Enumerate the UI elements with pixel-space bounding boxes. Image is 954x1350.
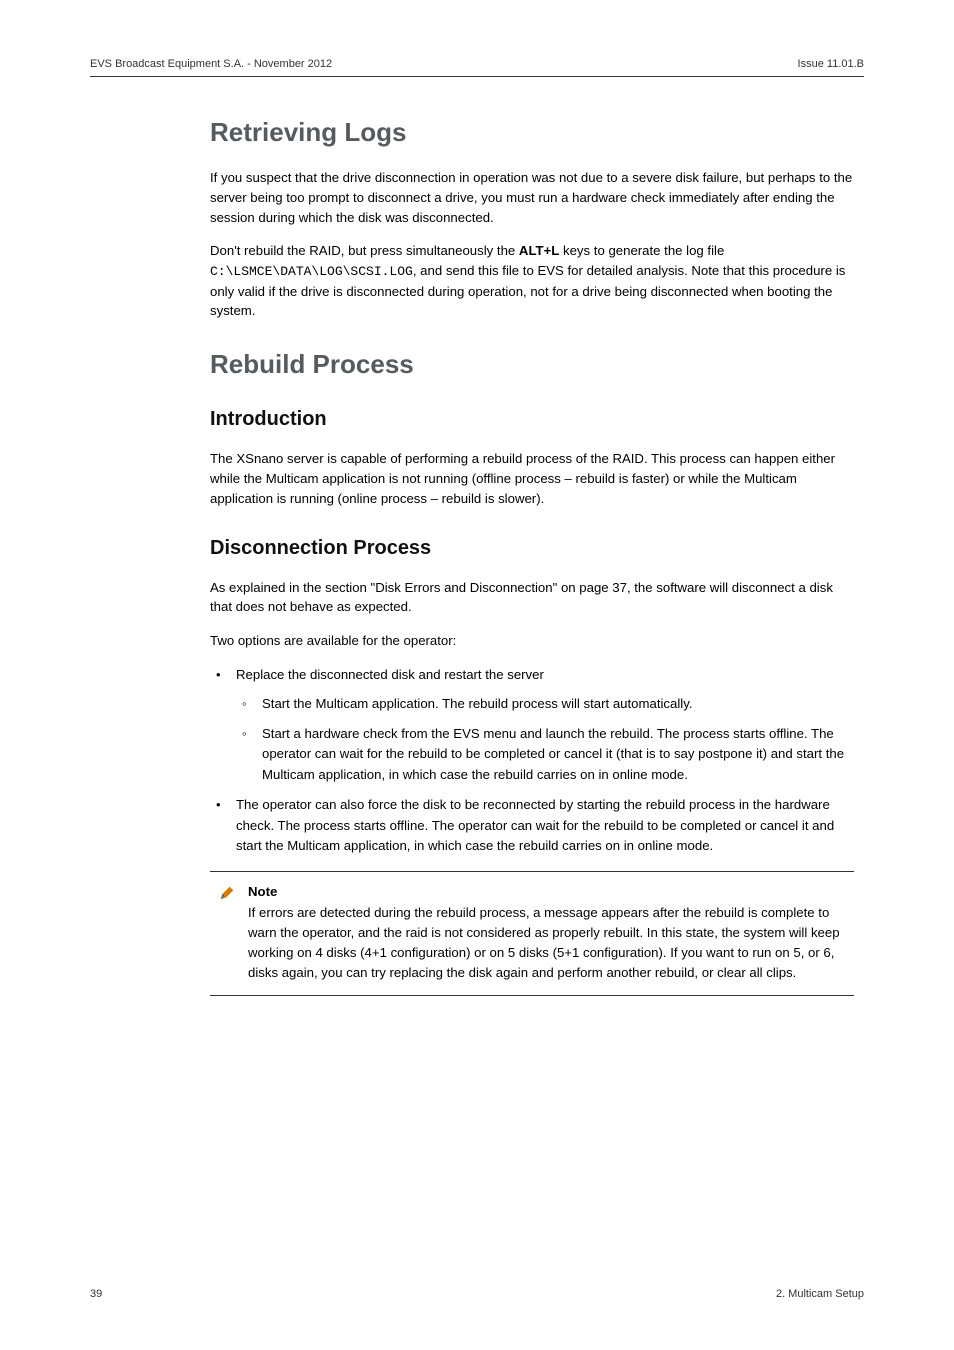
text-fragment: Don't rebuild the RAID, but press simult… (210, 243, 519, 258)
disconnection-para-2: Two options are available for the operat… (210, 631, 854, 651)
heading-retrieving-logs: Retrieving Logs (210, 117, 854, 148)
alt-l-keys: ALT+L (519, 243, 559, 258)
retrieving-logs-para-2: Don't rebuild the RAID, but press simult… (210, 241, 854, 321)
list-item-text: Replace the disconnected disk and restar… (236, 667, 544, 682)
list-item-text: Start a hardware check from the EVS menu… (262, 726, 844, 782)
header-rule (90, 76, 864, 77)
footer-section: 2. Multicam Setup (776, 1288, 864, 1300)
note-title: Note (248, 882, 846, 902)
content: Retrieving Logs If you suspect that the … (210, 117, 854, 996)
list-item: Start the Multicam application. The rebu… (236, 694, 854, 714)
header-right: Issue 11.01.B (798, 58, 864, 70)
heading-disconnection-process: Disconnection Process (210, 537, 854, 560)
log-path: C:\LSMCE\DATA\LOG\SCSI.LOG (210, 264, 413, 279)
note-body: Note If errors are detected during the r… (248, 882, 846, 983)
disconnection-sub-bullets: Start the Multicam application. The rebu… (236, 694, 854, 786)
list-item: The operator can also force the disk to … (210, 795, 854, 856)
disconnection-bullets: Replace the disconnected disk and restar… (210, 665, 854, 857)
heading-introduction: Introduction (210, 408, 854, 431)
note-text: If errors are detected during the rebuil… (248, 905, 840, 979)
note-box: Note If errors are detected during the r… (210, 871, 854, 996)
heading-rebuild-process: Rebuild Process (210, 349, 854, 380)
footer: 39 2. Multicam Setup (90, 1288, 864, 1300)
introduction-para-1: The XSnano server is capable of performi… (210, 449, 854, 508)
list-item: Start a hardware check from the EVS menu… (236, 724, 854, 785)
list-item-text: Start the Multicam application. The rebu… (262, 696, 693, 711)
text-fragment: keys to generate the log file (559, 243, 724, 258)
header: EVS Broadcast Equipment S.A. - November … (90, 58, 864, 70)
list-item: Replace the disconnected disk and restar… (210, 665, 854, 785)
list-item-text: The operator can also force the disk to … (236, 797, 834, 853)
header-left: EVS Broadcast Equipment S.A. - November … (90, 58, 332, 70)
pencil-icon (218, 882, 238, 983)
disconnection-para-1: As explained in the section "Disk Errors… (210, 578, 854, 618)
page-number: 39 (90, 1288, 102, 1300)
page: EVS Broadcast Equipment S.A. - November … (0, 0, 954, 1350)
retrieving-logs-para-1: If you suspect that the drive disconnect… (210, 168, 854, 227)
